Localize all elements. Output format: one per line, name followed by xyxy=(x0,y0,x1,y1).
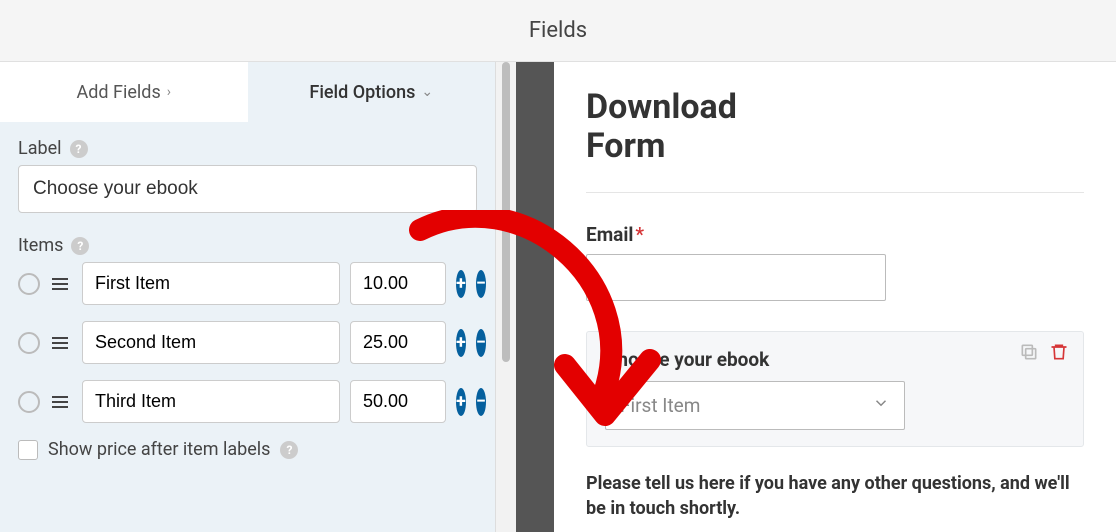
chevron-down-icon: ⌄ xyxy=(421,84,433,100)
show-price-label: Show price after item labels xyxy=(48,439,270,460)
form-title: Download Form xyxy=(586,88,806,166)
scrollbar-thumb[interactable] xyxy=(502,62,510,362)
item-name-input[interactable] xyxy=(82,262,340,305)
help-icon[interactable]: ? xyxy=(70,140,88,158)
drag-handle-icon[interactable] xyxy=(50,274,72,294)
label-input[interactable] xyxy=(18,165,477,213)
remove-item-button[interactable]: − xyxy=(476,329,486,357)
email-input[interactable] xyxy=(586,254,886,301)
item-row: + − xyxy=(18,262,477,305)
page-header: Fields xyxy=(0,0,1116,62)
add-item-button[interactable]: + xyxy=(456,388,466,416)
items-heading: Items xyxy=(18,235,63,256)
show-price-checkbox-row[interactable]: Show price after item labels ? xyxy=(18,439,477,460)
radio-select[interactable] xyxy=(18,273,40,295)
left-panel: Add Fields › Field Options ⌄ Label ? Ite… xyxy=(0,62,496,532)
drag-handle-icon[interactable] xyxy=(50,392,72,412)
help-icon[interactable]: ? xyxy=(280,441,298,459)
panel-tabs: Add Fields › Field Options ⌄ xyxy=(0,62,495,122)
dropdown-value: First Item xyxy=(620,394,700,417)
item-name-input[interactable] xyxy=(82,380,340,423)
radio-select[interactable] xyxy=(18,391,40,413)
dropdown-select[interactable]: First Item xyxy=(605,381,905,430)
item-row: + − xyxy=(18,380,477,423)
chevron-right-icon: › xyxy=(167,84,171,100)
required-mark: * xyxy=(635,223,644,246)
tab-label: Add Fields xyxy=(77,82,161,103)
dropdown-label: Choose your ebook xyxy=(605,348,1065,371)
duplicate-icon[interactable] xyxy=(1019,342,1039,362)
item-row: + − xyxy=(18,321,477,364)
form-preview: Download Form Email* Choose your ebook F… xyxy=(554,62,1116,532)
drag-handle-icon[interactable] xyxy=(50,333,72,353)
tab-add-fields[interactable]: Add Fields › xyxy=(0,62,248,122)
help-text: Please tell us here if you have any othe… xyxy=(586,471,1084,521)
item-price-input[interactable] xyxy=(350,380,446,423)
item-price-input[interactable] xyxy=(350,262,446,305)
help-icon[interactable]: ? xyxy=(71,237,89,255)
item-price-input[interactable] xyxy=(350,321,446,364)
tab-field-options[interactable]: Field Options ⌄ xyxy=(248,62,496,122)
add-item-button[interactable]: + xyxy=(456,270,466,298)
email-label: Email* xyxy=(586,223,1084,246)
divider xyxy=(586,192,1084,193)
trash-icon[interactable] xyxy=(1049,342,1069,362)
chevron-down-icon xyxy=(872,394,890,417)
selected-field-block[interactable]: Choose your ebook First Item xyxy=(586,331,1084,447)
add-item-button[interactable]: + xyxy=(456,329,466,357)
label-heading: Label xyxy=(18,138,62,159)
remove-item-button[interactable]: − xyxy=(476,270,486,298)
tab-label: Field Options xyxy=(309,82,415,103)
panel-divider xyxy=(496,62,554,532)
remove-item-button[interactable]: − xyxy=(476,388,486,416)
checkbox-icon[interactable] xyxy=(18,440,38,460)
header-title: Fields xyxy=(529,18,587,43)
radio-select[interactable] xyxy=(18,332,40,354)
item-name-input[interactable] xyxy=(82,321,340,364)
